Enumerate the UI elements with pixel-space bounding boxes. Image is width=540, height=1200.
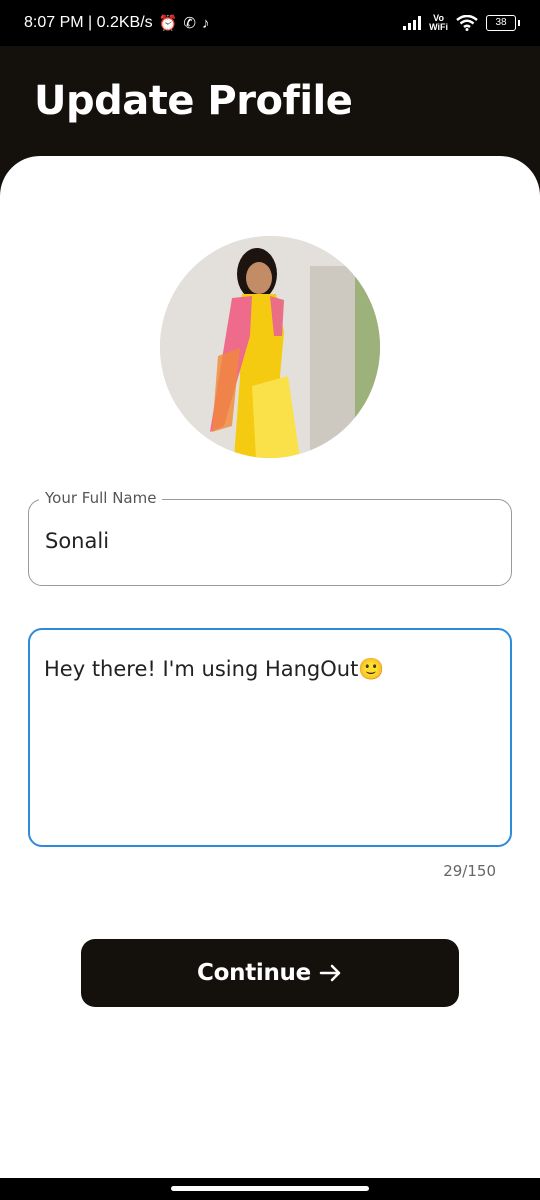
battery-icon: 38 [486,15,520,31]
character-counter: 29/150 [443,862,496,880]
whatsapp-icon: ✆ [183,15,196,32]
name-field-label: Your Full Name [39,489,163,507]
signal-icon [403,16,422,30]
vowifi-bottom: WiFi [429,22,448,32]
vowifi-icon: Vo WiFi [429,14,448,32]
page-title: Update Profile [34,78,353,124]
name-field[interactable]: Your Full Name Sonali [28,489,512,586]
bio-field[interactable]: Hey there! I'm using HangOut🙂 [28,628,512,847]
status-time-speed: 8:07 PM | 0.2KB/s [24,14,153,31]
profile-photo[interactable] [160,236,380,458]
continue-label: Continue [197,960,311,986]
arrow-right-icon [319,964,341,982]
status-left: 8:07 PM | 0.2KB/s ⏰ ✆ ♪ [24,14,209,32]
battery-level: 38 [495,17,507,28]
name-input[interactable]: Sonali [45,529,109,553]
bio-input[interactable]: Hey there! I'm using HangOut🙂 [44,657,384,682]
header: Update Profile [0,46,540,156]
profile-card: Your Full Name Sonali Hey there! I'm usi… [0,156,540,1178]
continue-button[interactable]: Continue [81,939,459,1007]
status-bar: 8:07 PM | 0.2KB/s ⏰ ✆ ♪ Vo WiFi 38 [0,0,540,46]
navigation-bar [0,1178,540,1200]
tiktok-icon: ♪ [201,14,210,32]
wifi-icon [456,15,478,31]
profile-photo-illustration [160,236,380,458]
status-right: Vo WiFi 38 [403,14,520,32]
home-indicator[interactable] [171,1186,369,1191]
alarm-icon: ⏰ [158,15,178,32]
